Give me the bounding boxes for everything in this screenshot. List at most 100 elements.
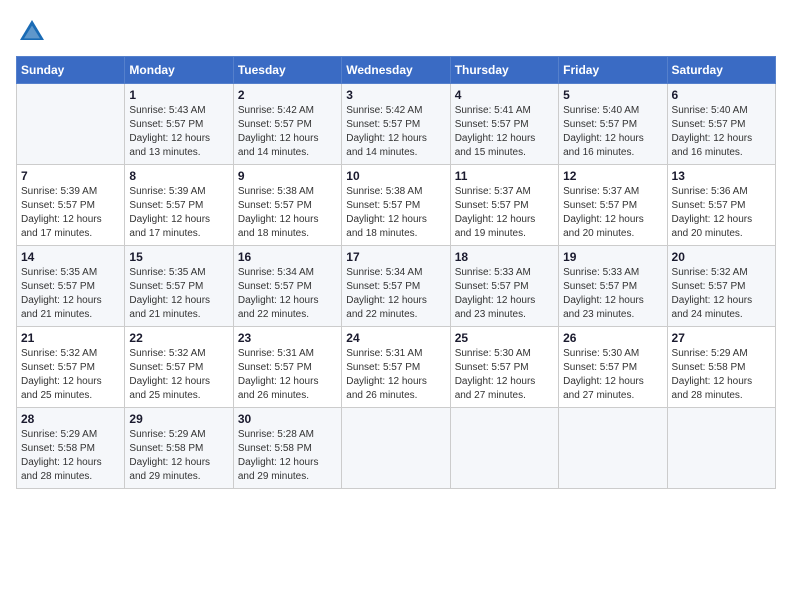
day-info: Sunrise: 5:40 AMSunset: 5:57 PMDaylight:…	[563, 104, 662, 160]
calendar-cell	[667, 408, 775, 489]
calendar-cell: 14 Sunrise: 5:35 AMSunset: 5:57 PMDayligh…	[17, 246, 125, 327]
page-header	[16, 16, 776, 48]
col-header-friday: Friday	[559, 57, 667, 84]
calendar-cell: 7 Sunrise: 5:39 AMSunset: 5:57 PMDaylight…	[17, 165, 125, 246]
calendar-cell: 8Sunrise: 5:39 AMSunset: 5:57 PMDaylight…	[125, 165, 233, 246]
day-info: Sunrise: 5:31 AMSunset: 5:57 PMDaylight:…	[346, 347, 445, 403]
day-number: 9	[238, 169, 337, 183]
day-info: Sunrise: 5:30 AMSunset: 5:57 PMDaylight:…	[563, 347, 662, 403]
calendar-cell	[559, 408, 667, 489]
week-row: 21Sunrise: 5:32 AMSunset: 5:57 PMDayligh…	[17, 327, 776, 408]
calendar-cell: 11Sunrise: 5:37 AMSunset: 5:57 PMDayligh…	[450, 165, 558, 246]
day-number: 24	[346, 331, 445, 345]
col-header-wednesday: Wednesday	[342, 57, 450, 84]
day-number: 20	[672, 250, 771, 264]
day-info: Sunrise: 5:42 AMSunset: 5:57 PMDaylight:…	[346, 104, 445, 160]
day-info: Sunrise: 5:43 AMSunset: 5:57 PMDaylight:…	[129, 104, 228, 160]
calendar-cell: 1 Sunrise: 5:43 AMSunset: 5:57 PMDaylight…	[125, 84, 233, 165]
day-info: Sunrise: 5:37 AMSunset: 5:57 PMDaylight:…	[563, 185, 662, 241]
calendar-cell: 18Sunrise: 5:33 AMSunset: 5:57 PMDayligh…	[450, 246, 558, 327]
calendar-cell: 16 Sunrise: 5:34 AMSunset: 5:57 PMDayligh…	[233, 246, 341, 327]
day-number: 6	[672, 88, 771, 102]
day-number: 16	[238, 250, 337, 264]
day-number: 7	[21, 169, 120, 183]
calendar-cell: 28 Sunrise: 5:29 AMSunset: 5:58 PMDayligh…	[17, 408, 125, 489]
day-info: Sunrise: 5:28 AMSunset: 5:58 PMDaylight:…	[238, 428, 337, 484]
day-number: 2	[238, 88, 337, 102]
day-info: Sunrise: 5:29 AMSunset: 5:58 PMDaylight:…	[21, 428, 120, 484]
calendar-cell: 24 Sunrise: 5:31 AMSunset: 5:57 PMDayligh…	[342, 327, 450, 408]
calendar-cell: 19 Sunrise: 5:33 AMSunset: 5:57 PMDayligh…	[559, 246, 667, 327]
week-row: 7 Sunrise: 5:39 AMSunset: 5:57 PMDaylight…	[17, 165, 776, 246]
calendar-cell	[450, 408, 558, 489]
calendar-cell: 20 Sunrise: 5:32 AMSunset: 5:57 PMDayligh…	[667, 246, 775, 327]
day-number: 8	[129, 169, 228, 183]
day-number: 3	[346, 88, 445, 102]
day-number: 22	[129, 331, 228, 345]
day-number: 19	[563, 250, 662, 264]
day-number: 15	[129, 250, 228, 264]
calendar-cell: 3 Sunrise: 5:42 AMSunset: 5:57 PMDaylight…	[342, 84, 450, 165]
day-number: 13	[672, 169, 771, 183]
calendar-cell: 17 Sunrise: 5:34 AMSunset: 5:57 PMDayligh…	[342, 246, 450, 327]
calendar-cell: 21Sunrise: 5:32 AMSunset: 5:57 PMDayligh…	[17, 327, 125, 408]
day-info: Sunrise: 5:35 AMSunset: 5:57 PMDaylight:…	[21, 266, 120, 322]
day-info: Sunrise: 5:29 AMSunset: 5:58 PMDaylight:…	[129, 428, 228, 484]
calendar-cell: 9 Sunrise: 5:38 AMSunset: 5:57 PMDaylight…	[233, 165, 341, 246]
calendar-cell: 2 Sunrise: 5:42 AMSunset: 5:57 PMDaylight…	[233, 84, 341, 165]
day-info: Sunrise: 5:41 AMSunset: 5:57 PMDaylight:…	[455, 104, 554, 160]
day-number: 26	[563, 331, 662, 345]
day-info: Sunrise: 5:33 AMSunset: 5:57 PMDaylight:…	[563, 266, 662, 322]
day-number: 11	[455, 169, 554, 183]
day-info: Sunrise: 5:32 AMSunset: 5:57 PMDaylight:…	[129, 347, 228, 403]
col-header-saturday: Saturday	[667, 57, 775, 84]
day-number: 14	[21, 250, 120, 264]
day-info: Sunrise: 5:34 AMSunset: 5:57 PMDaylight:…	[346, 266, 445, 322]
day-number: 25	[455, 331, 554, 345]
col-header-monday: Monday	[125, 57, 233, 84]
day-info: Sunrise: 5:32 AMSunset: 5:57 PMDaylight:…	[21, 347, 120, 403]
day-number: 4	[455, 88, 554, 102]
calendar-cell: 23Sunrise: 5:31 AMSunset: 5:57 PMDayligh…	[233, 327, 341, 408]
calendar-cell: 30 Sunrise: 5:28 AMSunset: 5:58 PMDayligh…	[233, 408, 341, 489]
logo-icon	[16, 16, 48, 48]
day-info: Sunrise: 5:35 AMSunset: 5:57 PMDaylight:…	[129, 266, 228, 322]
day-number: 1	[129, 88, 228, 102]
calendar-cell	[17, 84, 125, 165]
calendar-cell: 25 Sunrise: 5:30 AMSunset: 5:57 PMDayligh…	[450, 327, 558, 408]
calendar-cell	[342, 408, 450, 489]
day-number: 12	[563, 169, 662, 183]
day-number: 10	[346, 169, 445, 183]
day-info: Sunrise: 5:33 AMSunset: 5:57 PMDaylight:…	[455, 266, 554, 322]
calendar-cell: 29 Sunrise: 5:29 AMSunset: 5:58 PMDayligh…	[125, 408, 233, 489]
day-info: Sunrise: 5:30 AMSunset: 5:57 PMDaylight:…	[455, 347, 554, 403]
col-header-sunday: Sunday	[17, 57, 125, 84]
calendar-cell: 22 Sunrise: 5:32 AMSunset: 5:57 PMDayligh…	[125, 327, 233, 408]
day-number: 28	[21, 412, 120, 426]
week-row: 1 Sunrise: 5:43 AMSunset: 5:57 PMDaylight…	[17, 84, 776, 165]
day-info: Sunrise: 5:39 AMSunset: 5:57 PMDaylight:…	[21, 185, 120, 241]
day-number: 23	[238, 331, 337, 345]
calendar-cell: 27Sunrise: 5:29 AMSunset: 5:58 PMDayligh…	[667, 327, 775, 408]
week-row: 14 Sunrise: 5:35 AMSunset: 5:57 PMDayligh…	[17, 246, 776, 327]
day-number: 5	[563, 88, 662, 102]
day-number: 17	[346, 250, 445, 264]
calendar-cell: 12 Sunrise: 5:37 AMSunset: 5:57 PMDayligh…	[559, 165, 667, 246]
day-info: Sunrise: 5:38 AMSunset: 5:57 PMDaylight:…	[238, 185, 337, 241]
logo	[16, 16, 52, 48]
day-info: Sunrise: 5:29 AMSunset: 5:58 PMDaylight:…	[672, 347, 771, 403]
week-row: 28 Sunrise: 5:29 AMSunset: 5:58 PMDayligh…	[17, 408, 776, 489]
calendar-cell: 4 Sunrise: 5:41 AMSunset: 5:57 PMDaylight…	[450, 84, 558, 165]
calendar-cell: 5 Sunrise: 5:40 AMSunset: 5:57 PMDaylight…	[559, 84, 667, 165]
day-info: Sunrise: 5:34 AMSunset: 5:57 PMDaylight:…	[238, 266, 337, 322]
col-header-thursday: Thursday	[450, 57, 558, 84]
day-number: 30	[238, 412, 337, 426]
calendar-cell: 10 Sunrise: 5:38 AMSunset: 5:57 PMDayligh…	[342, 165, 450, 246]
day-info: Sunrise: 5:40 AMSunset: 5:57 PMDaylight:…	[672, 104, 771, 160]
day-info: Sunrise: 5:42 AMSunset: 5:57 PMDaylight:…	[238, 104, 337, 160]
day-info: Sunrise: 5:38 AMSunset: 5:57 PMDaylight:…	[346, 185, 445, 241]
calendar-cell: 15 Sunrise: 5:35 AMSunset: 5:57 PMDayligh…	[125, 246, 233, 327]
day-number: 29	[129, 412, 228, 426]
col-header-tuesday: Tuesday	[233, 57, 341, 84]
day-info: Sunrise: 5:32 AMSunset: 5:57 PMDaylight:…	[672, 266, 771, 322]
